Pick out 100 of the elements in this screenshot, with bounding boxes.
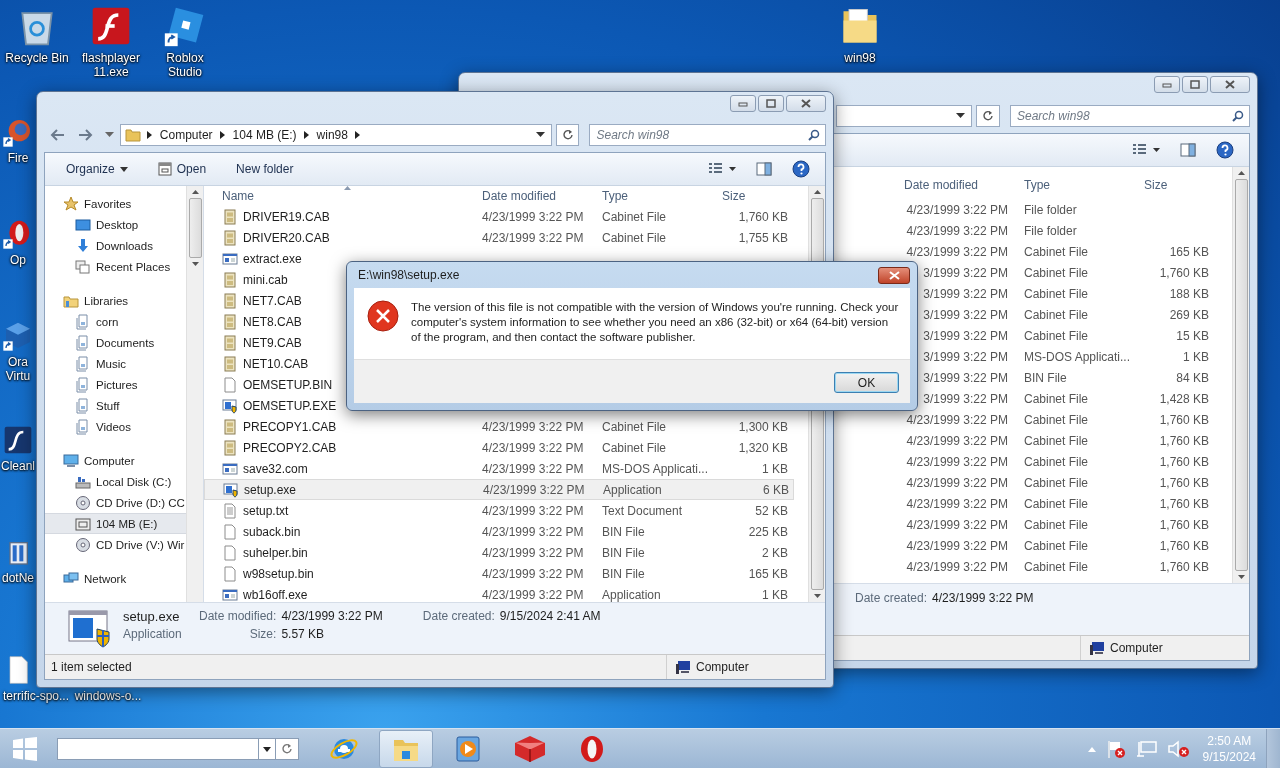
size-cell: 2 KB [762, 545, 788, 560]
date-cell: 3/1999 3:22 PM [923, 370, 1008, 385]
date-cell: 3/1999 3:22 PM [923, 328, 1008, 343]
date-cell: 4/23/1999 3:22 PM [482, 440, 584, 455]
size-cell: 1,760 KB [1159, 454, 1209, 469]
file-name: OEMSETUP.BIN [243, 377, 333, 392]
type-cell: Cabinet File [602, 419, 667, 434]
type-cell: Cabinet File [1024, 412, 1089, 427]
file-name: NET10.CAB [243, 356, 309, 371]
size-cell: 1,300 KB [738, 419, 788, 434]
type-cell: Cabinet File [1024, 328, 1089, 343]
size-cell: 188 KB [1169, 286, 1209, 301]
type-cell: Application [602, 587, 661, 602]
type-cell: MS-DOS Applicati... [1024, 349, 1131, 364]
size-cell: 1,428 KB [1159, 391, 1209, 406]
error-message: The version of this file is not compatible with the version of Windows you're running. Check your computer's system information to see whether you need an x86 (32-bit) or x64 (64-bit) version of the program, and then contact the software publisher. [411, 300, 900, 345]
file-name: save32.com [243, 461, 308, 476]
type-cell: Cabinet File [602, 230, 667, 245]
detail-label: Date created: [855, 591, 928, 605]
date-cell: 4/23/1999 3:22 PM [906, 223, 1008, 238]
date-cell: 4/23/1999 3:22 PM [906, 433, 1008, 448]
date-cell: 4/23/1999 3:22 PM [906, 538, 1008, 553]
size-cell: 1,760 KB [1159, 265, 1209, 280]
date-cell: 3/1999 3:22 PM [923, 265, 1008, 280]
type-cell: Cabinet File [602, 440, 667, 455]
date-cell: 4/23/1999 3:22 PM [483, 482, 585, 497]
size-cell: 1,760 KB [1159, 412, 1209, 427]
type-cell: Cabinet File [1024, 454, 1089, 469]
size-cell: 1,760 KB [738, 209, 788, 224]
date-cell: 4/23/1999 3:22 PM [906, 454, 1008, 469]
date-cell: 3/1999 3:22 PM [923, 391, 1008, 406]
file-name: wb16off.exe [243, 587, 308, 602]
size-cell: 1 KB [762, 461, 788, 476]
size-cell: 1 KB [1183, 349, 1209, 364]
type-cell: Cabinet File [602, 209, 667, 224]
date-cell: 4/23/1999 3:22 PM [906, 202, 1008, 217]
file-name: OEMSETUP.EXE [243, 398, 337, 413]
date-cell: 4/23/1999 3:22 PM [906, 475, 1008, 490]
file-name: DRIVER19.CAB [243, 209, 330, 224]
date-cell: 4/23/1999 3:22 PM [906, 559, 1008, 574]
size-cell: 84 KB [1176, 370, 1209, 385]
size-cell: 1,760 KB [1159, 538, 1209, 553]
detail-label: Date modified: [199, 609, 277, 623]
type-cell: Cabinet File [1024, 433, 1089, 448]
type-cell: Cabinet File [1024, 538, 1089, 553]
status-text: 1 item selected [51, 660, 132, 674]
date-cell: 4/23/1999 3:22 PM [482, 587, 584, 602]
type-cell: Cabinet File [1024, 496, 1089, 511]
size-cell: 15 KB [1176, 328, 1209, 343]
date-cell: 4/23/1999 3:22 PM [482, 566, 584, 581]
file-name: NET9.CAB [243, 335, 302, 350]
file-name: setup.exe [244, 482, 297, 497]
type-cell: Cabinet File [1024, 391, 1089, 406]
date-cell: 3/1999 3:22 PM [923, 286, 1008, 301]
type-cell: Cabinet File [1024, 244, 1089, 259]
date-cell: 4/23/1999 3:22 PM [482, 524, 584, 539]
detail-value: 4/23/1999 3:22 PM [281, 609, 383, 623]
type-cell: Cabinet File [1024, 475, 1089, 490]
size-cell: 6 KB [763, 482, 789, 497]
file-name: PRECOPY2.CAB [243, 440, 337, 455]
file-name: w98setup.bin [243, 566, 314, 581]
file-name: extract.exe [243, 251, 302, 266]
size-cell: 1,320 KB [738, 440, 788, 455]
size-cell: 1 KB [762, 587, 788, 602]
type-cell: Application [603, 482, 662, 497]
size-cell: 269 KB [1169, 307, 1209, 322]
date-cell: 3/1999 3:22 PM [923, 307, 1008, 322]
type-cell: BIN File [1024, 370, 1067, 385]
file-name: suback.bin [243, 524, 301, 539]
date-cell: 4/23/1999 3:22 PM [482, 209, 584, 224]
type-cell: Cabinet File [1024, 265, 1089, 280]
date-cell: 4/23/1999 3:22 PM [482, 461, 584, 476]
date-cell: 4/23/1999 3:22 PM [906, 496, 1008, 511]
size-cell: 52 KB [755, 503, 788, 518]
date-cell: 4/23/1999 3:22 PM [906, 244, 1008, 259]
type-cell: File folder [1024, 223, 1077, 238]
type-cell: BIN File [602, 524, 645, 539]
file-name: NET8.CAB [243, 314, 302, 329]
type-cell: Cabinet File [1024, 286, 1089, 301]
type-cell: File folder [1024, 202, 1077, 217]
type-cell: BIN File [602, 566, 645, 581]
date-cell: 4/23/1999 3:22 PM [482, 503, 584, 518]
detail-value: 4/23/1999 3:22 PM [932, 591, 1034, 605]
size-cell: 1,760 KB [1159, 559, 1209, 574]
size-cell: 1,760 KB [1159, 496, 1209, 511]
detail-value: 9/15/2024 2:41 AM [499, 609, 601, 623]
file-name: setup.exe [123, 609, 181, 624]
file-name: suhelper.bin [243, 545, 308, 560]
file-name: setup.txt [243, 503, 289, 518]
size-cell: 165 KB [1169, 244, 1209, 259]
size-cell: 1,760 KB [1159, 517, 1209, 532]
size-cell: 1,760 KB [1159, 475, 1209, 490]
file-type: Application [123, 627, 183, 641]
file-name: NET7.CAB [243, 293, 302, 308]
date-cell: 4/23/1999 3:22 PM [906, 412, 1008, 427]
file-name: DRIVER20.CAB [243, 230, 330, 245]
type-cell: MS-DOS Applicati... [602, 461, 709, 476]
type-cell: Cabinet File [1024, 517, 1089, 532]
date-cell: 4/23/1999 3:22 PM [482, 419, 584, 434]
type-cell: Text Document [602, 503, 683, 518]
